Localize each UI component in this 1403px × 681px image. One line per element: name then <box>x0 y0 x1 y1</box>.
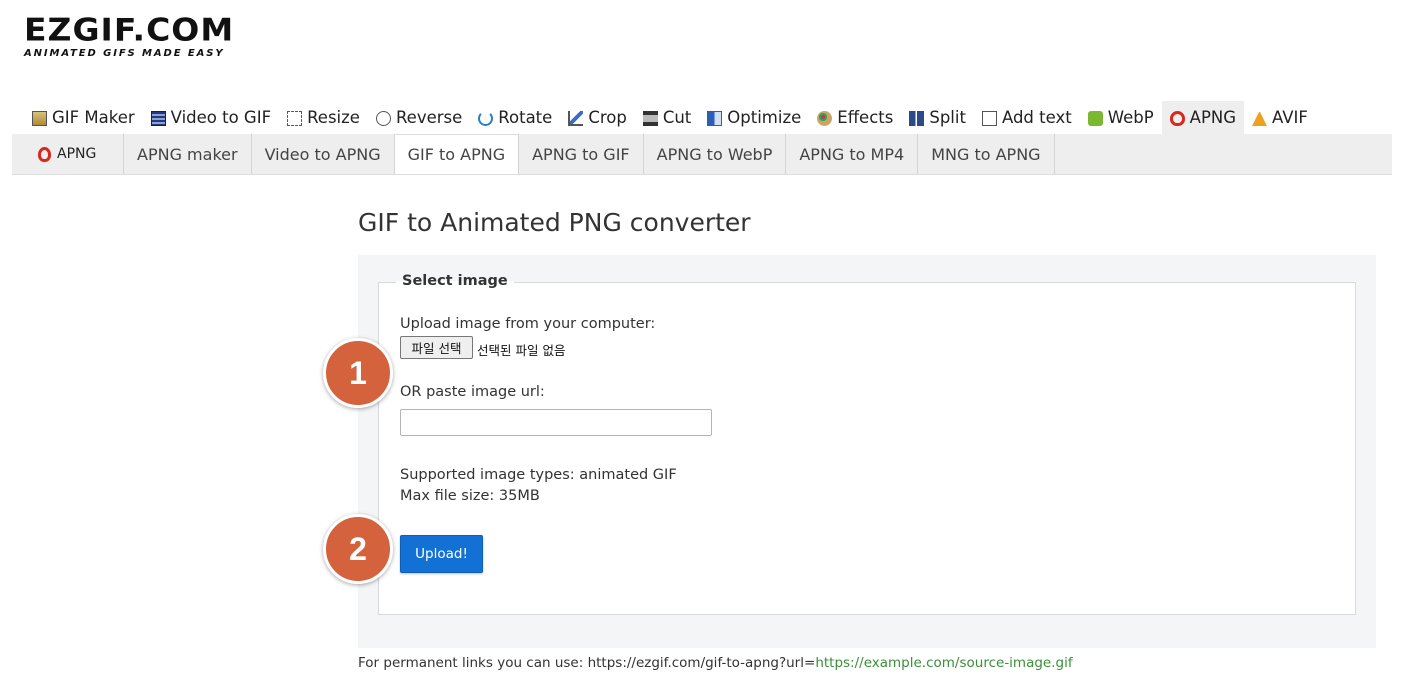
main-nav: GIF Maker Video to GIF Resize Reverse Ro… <box>24 101 1316 134</box>
nav-label: AVIF <box>1272 108 1308 127</box>
tab-video-to-apng[interactable]: Video to APNG <box>252 134 395 174</box>
upload-panel: Select image Upload image from your comp… <box>358 255 1376 648</box>
url-label: OR paste image url: <box>400 384 545 400</box>
crop-icon <box>568 111 584 126</box>
nav-label: Resize <box>307 108 360 127</box>
text-icon <box>981 111 997 126</box>
nav-label: Video to GIF <box>170 108 272 127</box>
gif-maker-icon <box>32 111 47 126</box>
step-badge-2: 2 <box>323 514 393 584</box>
nav-avif[interactable]: AVIF <box>1244 101 1316 134</box>
resize-icon <box>287 111 303 126</box>
tab-gif-to-apng[interactable]: GIF to APNG <box>394 134 520 174</box>
select-image-fieldset: Select image Upload image from your comp… <box>378 273 1356 615</box>
nav-gif-maker[interactable]: GIF Maker <box>24 101 143 134</box>
supported-types-text: Supported image types: animated GIF <box>400 467 677 483</box>
permanent-link-prefix: For permanent links you can use: https:/… <box>358 655 816 671</box>
nav-optimize[interactable]: Optimize <box>699 101 809 134</box>
nav-video-to-gif[interactable]: Video to GIF <box>143 101 279 134</box>
apng-icon <box>1169 111 1185 126</box>
nav-label: Crop <box>588 108 627 127</box>
logo-wordmark: EZGIF.COM <box>24 11 235 49</box>
nav-cut[interactable]: Cut <box>635 101 699 134</box>
nav-label: Optimize <box>727 108 802 127</box>
nav-add-text[interactable]: Add text <box>974 101 1080 134</box>
sub-nav: APNG APNG maker Video to APNG GIF to APN… <box>12 134 1392 175</box>
rotate-icon <box>478 111 494 126</box>
tab-apng-maker[interactable]: APNG maker <box>124 134 252 174</box>
page-title: GIF to Animated PNG converter <box>358 208 751 237</box>
film-icon <box>150 111 166 126</box>
nav-crop[interactable]: Crop <box>560 101 635 134</box>
site-logo[interactable]: EZGIF.COM ANIMATED GIFS MADE EASY <box>24 14 264 60</box>
nav-label: WebP <box>1107 108 1154 127</box>
avif-icon <box>1252 111 1268 126</box>
split-icon <box>909 111 925 126</box>
file-status-text: 선택된 파일 없음 <box>477 343 566 358</box>
sub-nav-brand[interactable]: APNG <box>12 134 124 174</box>
nav-label: Rotate <box>498 108 553 127</box>
nav-label: Reverse <box>395 108 463 127</box>
permanent-link-url[interactable]: https://example.com/source-image.gif <box>815 655 1072 671</box>
nav-reverse[interactable]: Reverse <box>368 101 470 134</box>
nav-label: Effects <box>837 108 894 127</box>
optimize-icon <box>707 111 723 126</box>
nav-effects[interactable]: Effects <box>809 101 901 134</box>
cut-icon <box>642 111 658 126</box>
nav-label: Cut <box>662 108 692 127</box>
apng-icon <box>38 146 51 162</box>
tab-apng-to-mp4[interactable]: APNG to MP4 <box>786 134 919 174</box>
max-size-text: Max file size: 35MB <box>400 488 540 504</box>
nav-label: APNG <box>1189 108 1237 127</box>
image-url-input[interactable] <box>400 409 712 436</box>
permanent-link-note: For permanent links you can use: https:/… <box>358 655 1073 671</box>
logo-tagline: ANIMATED GIFS MADE EASY <box>24 48 225 59</box>
nav-resize[interactable]: Resize <box>279 101 368 134</box>
tab-apng-to-webp[interactable]: APNG to WebP <box>644 134 787 174</box>
nav-label: Add text <box>1001 108 1072 127</box>
file-choose-button[interactable]: 파일 선택 <box>400 336 473 359</box>
nav-label: GIF Maker <box>52 108 135 127</box>
nav-split[interactable]: Split <box>901 101 974 134</box>
tab-apng-to-gif[interactable]: APNG to GIF <box>519 134 644 174</box>
reverse-icon <box>375 111 391 126</box>
upload-button[interactable]: Upload! <box>400 535 483 573</box>
upload-label: Upload image from your computer: <box>400 316 656 332</box>
nav-rotate[interactable]: Rotate <box>470 101 560 134</box>
fieldset-legend: Select image <box>396 273 514 289</box>
sub-nav-brand-label: APNG <box>57 146 97 162</box>
palette-icon <box>817 111 833 126</box>
nav-apng[interactable]: APNG <box>1161 101 1245 134</box>
nav-webp[interactable]: WebP <box>1080 101 1162 134</box>
nav-label: Split <box>929 108 966 127</box>
tab-mng-to-apng[interactable]: MNG to APNG <box>918 134 1055 174</box>
webp-icon <box>1087 111 1103 126</box>
step-badge-1: 1 <box>323 338 393 408</box>
